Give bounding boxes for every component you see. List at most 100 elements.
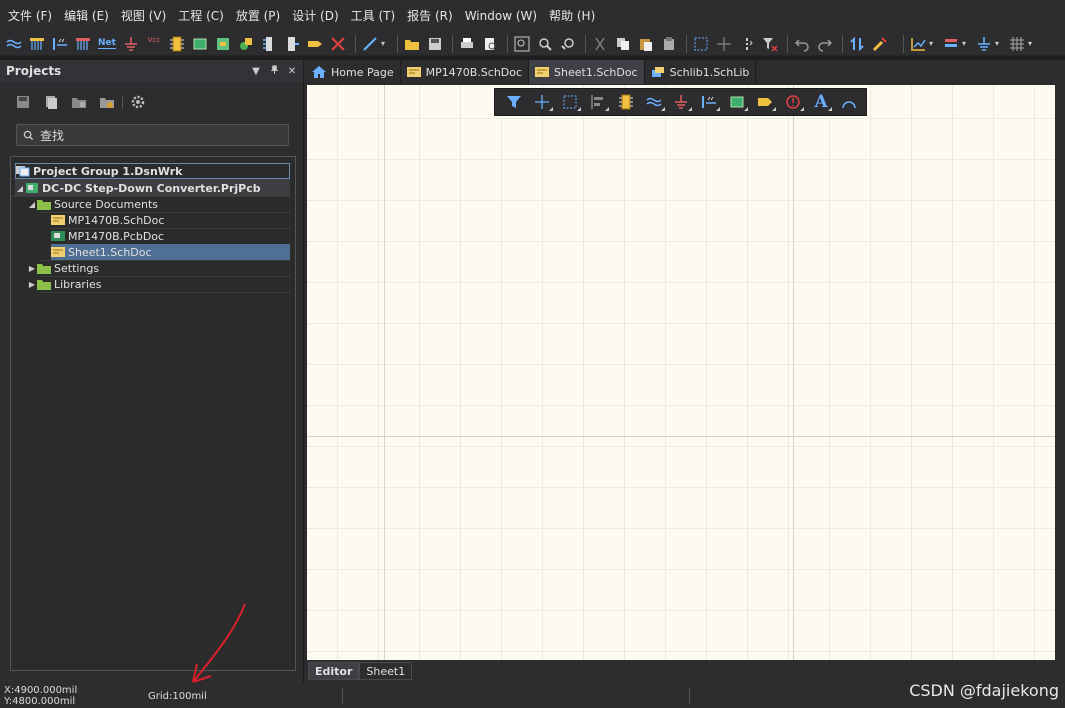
bus-icon[interactable]	[27, 34, 47, 54]
tree-item-source-documents[interactable]: ◢ Source Documents	[27, 196, 290, 212]
project-options-icon[interactable]	[70, 93, 88, 111]
undo-icon[interactable]	[792, 34, 812, 54]
clear-filter-icon[interactable]	[760, 34, 780, 54]
menu-view[interactable]: 视图 (V)	[115, 0, 172, 32]
tab-schlib1-schlib[interactable]: Schlib1.SchLib	[645, 60, 757, 84]
harness-entry-icon[interactable]	[282, 34, 302, 54]
menu-tools[interactable]: 工具 (T)	[345, 0, 402, 32]
layer-icon[interactable]	[941, 34, 961, 54]
tab-sheet1[interactable]: Sheet1	[359, 662, 413, 680]
select-area-icon[interactable]	[691, 34, 711, 54]
net-label-icon[interactable]: Net	[96, 34, 118, 54]
menu-window[interactable]: Window (W)	[459, 0, 543, 32]
gnd-dropdown-icon[interactable]	[974, 34, 994, 54]
tree-item-doc[interactable]: MP1470B.SchDoc	[51, 212, 290, 228]
menu-design[interactable]: 设计 (D)	[286, 0, 344, 32]
save-icon[interactable]	[425, 34, 445, 54]
compile-icon[interactable]	[42, 93, 60, 111]
tree-item-project[interactable]: ◢ DC-DC Step-Down Converter.PrjPcb	[15, 180, 290, 196]
panel-menu-icon[interactable]: ▼	[249, 66, 263, 77]
sheet-entry-icon[interactable]	[213, 34, 233, 54]
tab-home-page[interactable]: Home Page	[306, 60, 401, 84]
harness-icon[interactable]	[73, 34, 93, 54]
tree-item-project-group[interactable]: Project Group 1.DsnWrk	[15, 163, 290, 179]
expand-arrow-icon[interactable]: ◢	[15, 184, 25, 193]
collapse-arrow-icon[interactable]: ▶	[27, 280, 37, 289]
open-icon[interactable]	[402, 34, 422, 54]
print-icon[interactable]	[457, 34, 477, 54]
select-area-icon[interactable]	[559, 92, 581, 112]
collapse-arrow-icon[interactable]: ▶	[27, 264, 37, 273]
sheet-symbol-icon[interactable]	[726, 92, 749, 112]
align-left-icon[interactable]	[587, 92, 609, 112]
close-icon[interactable]: ✕	[285, 66, 299, 77]
tree-item-settings[interactable]: ▶ Settings	[27, 260, 290, 276]
tree-item-doc-selected[interactable]: Sheet1.SchDoc	[51, 244, 290, 260]
menu-edit[interactable]: 编辑 (E)	[58, 0, 115, 32]
chevron-down-icon[interactable]: ▾	[1028, 39, 1036, 48]
part-icon[interactable]	[167, 34, 187, 54]
chevron-down-icon[interactable]: ▾	[381, 39, 389, 48]
zoom-fit-icon[interactable]	[512, 34, 532, 54]
zoom-selected-icon[interactable]	[558, 34, 578, 54]
menu-project[interactable]: 工程 (C)	[172, 0, 230, 32]
vcc-port-icon[interactable]: Vcc	[144, 34, 164, 54]
bus-entry-icon[interactable]	[50, 34, 70, 54]
search-input[interactable]: 查找	[16, 124, 289, 146]
wire-icon[interactable]	[4, 34, 24, 54]
no-erc-icon[interactable]	[328, 34, 348, 54]
cross-probe-icon[interactable]	[870, 34, 890, 54]
grid-icon[interactable]	[1007, 34, 1027, 54]
folder-settings-icon[interactable]	[98, 93, 116, 111]
gear-icon[interactable]	[129, 93, 147, 111]
tab-mp1470b-schdoc[interactable]: MP1470B.SchDoc	[401, 60, 530, 84]
menu-help[interactable]: 帮助 (H)	[543, 0, 601, 32]
tree-item-doc[interactable]: MP1470B.PcbDoc	[51, 228, 290, 244]
schematic-canvas[interactable]	[307, 85, 1055, 660]
menu-file[interactable]: 文件 (F)	[2, 0, 58, 32]
canvas-scroll-gutter	[1055, 85, 1065, 660]
bus-entry-icon[interactable]	[698, 92, 721, 112]
directive-icon[interactable]	[782, 92, 805, 112]
chevron-down-icon[interactable]: ▾	[962, 39, 970, 48]
port-icon[interactable]	[754, 92, 777, 112]
wire-icon[interactable]	[643, 92, 665, 112]
tree-label: MP1470B.PcbDoc	[68, 229, 165, 243]
toolbar-separator	[787, 34, 788, 53]
rubber-stamp-icon[interactable]	[659, 34, 679, 54]
port-icon[interactable]	[305, 34, 325, 54]
align-icon[interactable]	[908, 34, 928, 54]
chevron-down-icon[interactable]: ▾	[995, 39, 1003, 48]
select-toggle-icon[interactable]	[737, 34, 757, 54]
tab-editor[interactable]: Editor	[308, 662, 360, 680]
gnd-port-icon[interactable]	[121, 34, 141, 54]
part-icon[interactable]	[615, 92, 637, 112]
copy-icon[interactable]	[613, 34, 633, 54]
zoom-area-icon[interactable]	[535, 34, 555, 54]
menu-reports[interactable]: 报告 (R)	[401, 0, 459, 32]
line-icon[interactable]	[360, 34, 380, 54]
projects-panel: Projects ▼ ✕ 查找 Project Group 1.DsnWrk ◢…	[0, 60, 304, 684]
harness-connector-icon[interactable]	[259, 34, 279, 54]
hierarchy-icon[interactable]	[847, 34, 867, 54]
move-crosshair-icon[interactable]	[531, 92, 553, 112]
menu-place[interactable]: 放置 (P)	[230, 0, 286, 32]
move-icon[interactable]	[714, 34, 734, 54]
text-icon[interactable]: A	[810, 92, 833, 112]
arc-icon[interactable]	[838, 92, 860, 112]
tree-item-libraries[interactable]: ▶ Libraries	[27, 276, 290, 292]
paste-icon[interactable]	[636, 34, 656, 54]
print-preview-icon[interactable]	[480, 34, 500, 54]
cut-icon[interactable]	[590, 34, 610, 54]
gnd-port-icon[interactable]	[671, 92, 693, 112]
redo-icon[interactable]	[815, 34, 835, 54]
grid-major-line	[384, 85, 385, 660]
filter-icon[interactable]	[503, 92, 525, 112]
chevron-down-icon[interactable]: ▾	[929, 39, 937, 48]
save-project-icon[interactable]	[14, 93, 32, 111]
tab-sheet1-schdoc[interactable]: Sheet1.SchDoc	[529, 60, 645, 84]
expand-arrow-icon[interactable]: ◢	[27, 200, 37, 209]
device-sheet-icon[interactable]	[236, 34, 256, 54]
pin-icon[interactable]	[267, 65, 281, 77]
sheet-symbol-icon[interactable]	[190, 34, 210, 54]
